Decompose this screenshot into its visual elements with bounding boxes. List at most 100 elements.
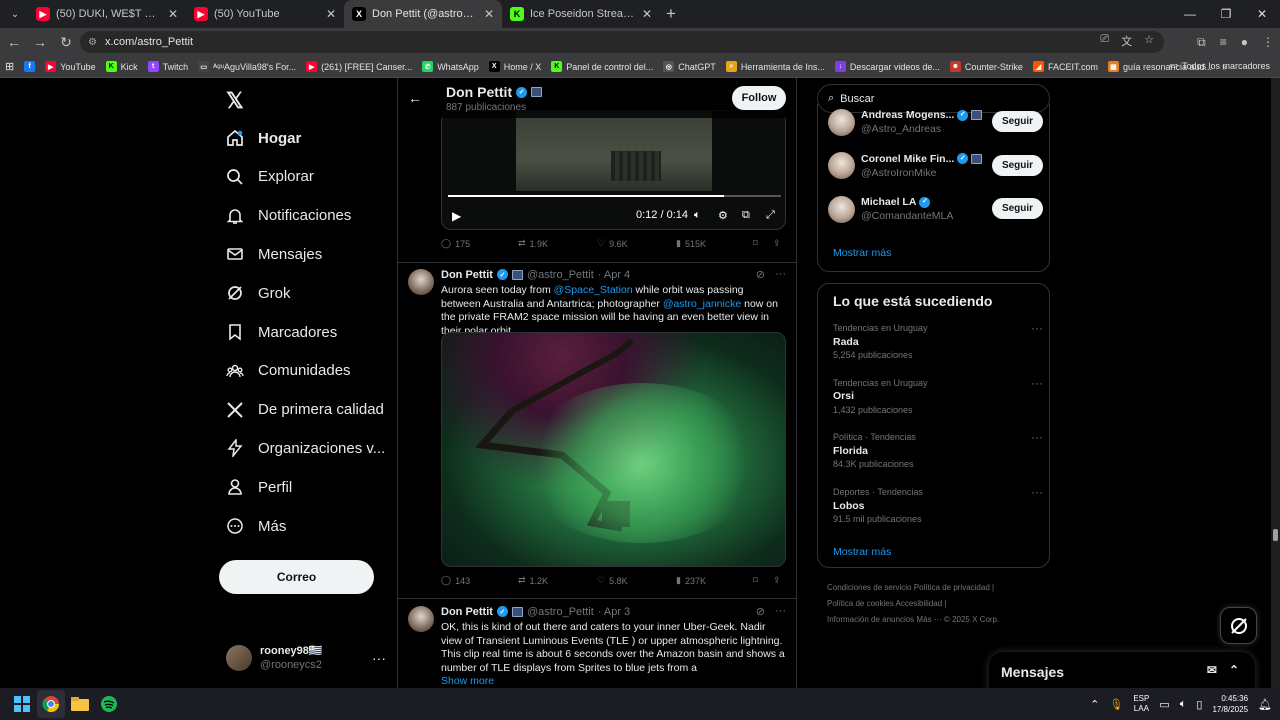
more-dots-icon[interactable]: ··· xyxy=(775,268,786,281)
mention-link[interactable]: @Space_Station xyxy=(554,284,633,296)
show-more-link[interactable]: Mostrar más xyxy=(833,247,891,259)
x-logo-icon[interactable]: 𝕏 xyxy=(226,88,244,114)
new-message-icon[interactable]: ✉ xyxy=(1207,663,1217,677)
author-name[interactable]: Don Pettit xyxy=(441,269,493,281)
bookmark-item[interactable]: ▭ ᴬᵍᵘAguVilla98's For... xyxy=(193,61,301,72)
footer-link[interactable]: Condiciones de servicio xyxy=(827,583,912,592)
footer-link[interactable]: Más ··· xyxy=(916,615,941,624)
media-icon[interactable]: ≡ xyxy=(1220,35,1227,49)
bookmark-item[interactable]: X Home / X xyxy=(484,61,547,72)
nav-item-mensajes[interactable]: Mensajes xyxy=(226,240,322,268)
tweet-date[interactable]: · Apr 3 xyxy=(598,606,630,618)
nav-item-organizaciones-v[interactable]: Organizaciones v... xyxy=(226,434,385,462)
bookmark-item[interactable]: K Kick xyxy=(101,61,143,72)
author-name[interactable]: Don Pettit xyxy=(441,606,493,618)
share-icon[interactable]: ⇪ xyxy=(773,575,781,586)
nav-item-grok[interactable]: Grok xyxy=(226,279,291,307)
author-handle[interactable]: @astro_Pettit xyxy=(527,606,594,618)
suggested-account[interactable]: Coronel Mike Fin... ✓ @AstroIronMike Seguir xyxy=(828,150,1043,182)
retweet-button[interactable]: ⇄ 1.9K xyxy=(518,238,548,249)
messages-drawer[interactable]: Mensajes ✉ ⌃ xyxy=(989,652,1255,688)
battery-icon[interactable]: ▯ xyxy=(1196,698,1202,711)
all-bookmarks[interactable]: ▭ Todos los marcadores xyxy=(1169,60,1270,71)
spotify-icon[interactable] xyxy=(95,690,123,718)
trend-item[interactable]: Tendencias en Uruguay Orsi 1,432 publicaci… xyxy=(833,376,1043,418)
follow-suggestion-button[interactable]: Seguir xyxy=(992,198,1043,219)
bookmark-item[interactable]: ▶ (261) [FREE] Canser... xyxy=(301,61,417,72)
file-explorer-icon[interactable] xyxy=(66,690,94,718)
suggested-account[interactable]: Michael LA ✓ @ComandanteMLA Seguir xyxy=(828,193,1043,225)
footer-link[interactable]: Política de cookies xyxy=(827,599,894,608)
bookmark-item[interactable]: ☻ Counter-Strike xyxy=(945,61,1028,72)
avatar[interactable] xyxy=(408,606,434,632)
bookmark-item[interactable]: ◎ ChatGPT xyxy=(658,61,721,72)
show-more-link[interactable]: Mostrar más xyxy=(833,546,891,558)
nav-item-comunidades[interactable]: Comunidades xyxy=(226,357,351,385)
video-progress-bar[interactable] xyxy=(448,195,781,197)
apps-grid-icon[interactable]: ⊞ xyxy=(0,60,19,73)
notifications-icon[interactable]: 🔔︎ xyxy=(1258,698,1272,711)
grok-icon[interactable]: ⊘ xyxy=(756,268,765,281)
account-switcher[interactable]: rooney98🇺🇾 @rooneycs2 ··· xyxy=(226,643,396,673)
close-window-icon[interactable]: ✕ xyxy=(1244,0,1280,28)
page-scrollbar[interactable] xyxy=(1271,78,1280,688)
grok-floating-button[interactable] xyxy=(1220,607,1257,644)
volume-icon[interactable]: 🔈︎ xyxy=(694,209,701,222)
views-button[interactable]: ▮ 237K xyxy=(676,575,706,586)
post-button[interactable]: Correo xyxy=(219,560,374,594)
author-handle[interactable]: @astro_Pettit xyxy=(527,269,594,281)
tab-youtube[interactable]: ▶ (50) YouTube ✕ xyxy=(186,0,344,28)
tab-kick[interactable]: K Ice Poseidon Stream - Watch Li ✕ xyxy=(502,0,660,28)
new-tab-icon[interactable]: + xyxy=(666,4,676,24)
avatar[interactable] xyxy=(408,269,434,295)
suggested-account[interactable]: Andreas Mogens... ✓ @Astro_Andreas Seguir xyxy=(828,106,1043,138)
bookmark-icon[interactable]: ⌑ xyxy=(753,238,758,249)
bookmark-item[interactable]: ◢ FACEIT.com xyxy=(1028,61,1103,72)
footer-link[interactable]: Accesibilidad xyxy=(895,599,942,608)
expand-icon[interactable]: ⌃ xyxy=(1229,663,1239,677)
play-icon[interactable]: ▶ xyxy=(452,209,461,223)
clock[interactable]: 0:45:36 17/8/2025 xyxy=(1212,693,1248,715)
scrollbar-thumb[interactable] xyxy=(1273,529,1278,541)
more-dots-icon[interactable]: ··· xyxy=(1031,321,1043,336)
reply-button[interactable]: ◯ 143 xyxy=(441,575,470,586)
settings-icon[interactable]: ⚙ xyxy=(718,209,728,222)
site-info-icon[interactable]: ⚙ xyxy=(88,37,97,48)
install-app-icon[interactable]: ⎚ xyxy=(1100,33,1109,49)
fullscreen-icon[interactable]: ⤢ xyxy=(766,209,775,222)
bookmark-item[interactable]: ⌕ Herramienta de Ins... xyxy=(721,61,830,72)
trend-item[interactable]: Tendencias en Uruguay Rada 5,254 publicaci… xyxy=(833,321,1043,363)
nav-item-explorar[interactable]: Explorar xyxy=(226,163,314,191)
bookmark-item[interactable]: ▶ YouTube xyxy=(40,61,100,72)
reload-icon[interactable]: ↻ xyxy=(54,30,78,54)
minimize-icon[interactable]: — xyxy=(1172,0,1208,28)
more-dots-icon[interactable]: ··· xyxy=(1031,376,1043,391)
address-bar[interactable]: ⚙ x.com/astro_Pettit ⎚ 文 ☆ xyxy=(80,31,1164,53)
tab-youtube[interactable]: ▶ (50) DUKI, WE$T DUBAI - cONT ✕ xyxy=(28,0,186,28)
like-button[interactable]: ♡ 5.8K xyxy=(597,575,628,586)
language-indicator[interactable]: ESP LAA xyxy=(1133,694,1149,714)
show-more-link[interactable]: Show more xyxy=(441,675,494,687)
more-dots-icon[interactable]: ··· xyxy=(372,650,386,666)
forward-icon[interactable]: → xyxy=(28,30,52,54)
tab-x[interactable]: X Don Pettit (@astro_Pettit) / X ✕ xyxy=(344,0,502,28)
profile-avatar-icon[interactable]: ● xyxy=(1241,35,1248,49)
bookmark-item[interactable]: t Twitch xyxy=(143,61,194,72)
grok-icon[interactable]: ⊘ xyxy=(756,605,765,618)
share-icon[interactable]: ⇪ xyxy=(773,238,781,249)
bookmark-item[interactable]: ↓ Descargar videos de... xyxy=(830,61,945,72)
follow-suggestion-button[interactable]: Seguir xyxy=(992,154,1043,176)
nav-item-notificaciones[interactable]: Notificaciones xyxy=(226,202,351,230)
chrome-taskbar-icon[interactable] xyxy=(37,690,65,718)
bookmark-item[interactable]: K Panel de control del... xyxy=(546,61,658,72)
network-icon[interactable]: ▭ xyxy=(1159,698,1169,711)
more-dots-icon[interactable]: ··· xyxy=(1031,486,1043,500)
video-player[interactable]: ▶ 0:12 / 0:14 🔈︎ ⚙ ⧉ ⤢ xyxy=(441,110,786,230)
restore-icon[interactable]: ❐ xyxy=(1208,0,1244,28)
footer-link[interactable]: Información de anuncios xyxy=(827,615,914,624)
tweet-date[interactable]: · Apr 4 xyxy=(598,269,630,281)
microphone-icon[interactable]: 🎙︎ xyxy=(1109,698,1123,711)
footer-link[interactable]: Política de privacidad xyxy=(914,583,990,592)
reply-button[interactable]: ◯ 175 xyxy=(441,238,470,249)
back-icon[interactable]: ← xyxy=(2,30,26,54)
